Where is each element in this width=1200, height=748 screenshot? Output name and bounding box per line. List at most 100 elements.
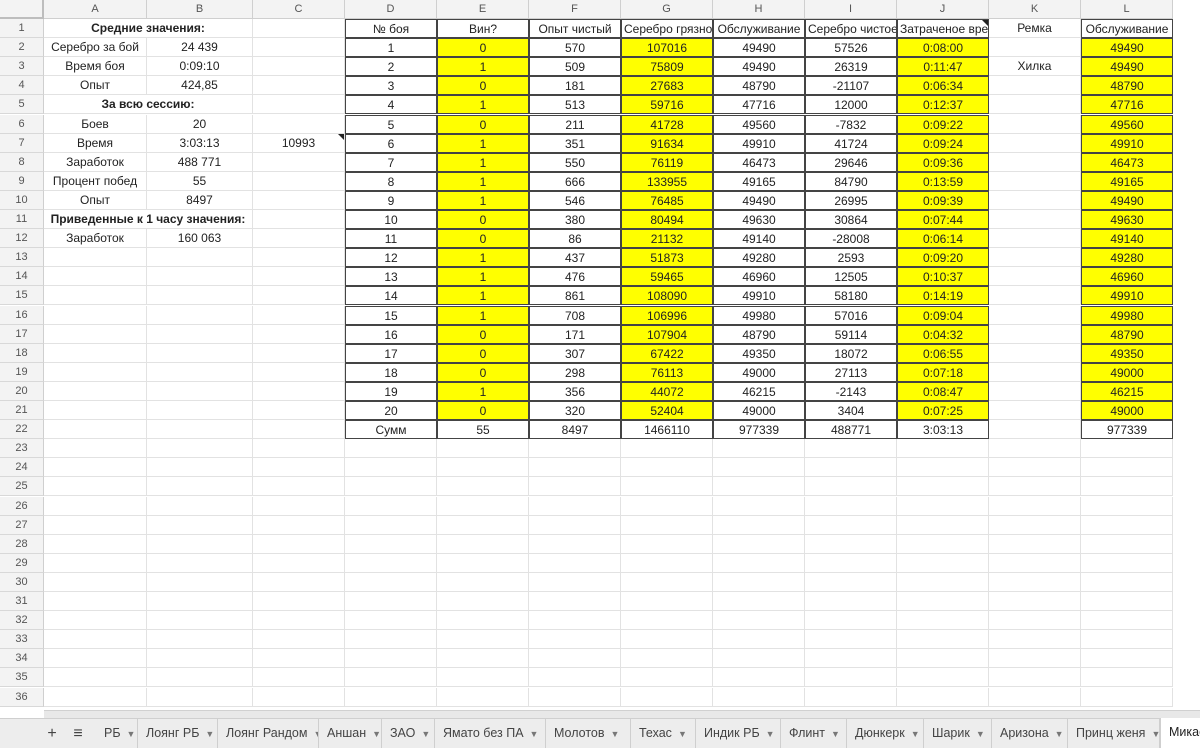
empty-cell[interactable] — [44, 324, 147, 344]
row-header-6[interactable]: 6 — [0, 114, 44, 134]
empty-cell[interactable] — [253, 76, 345, 96]
empty-cell[interactable] — [1081, 553, 1173, 573]
row-header-12[interactable]: 12 — [0, 229, 44, 249]
table-cell[interactable]: 49910 — [713, 133, 805, 153]
empty-cell[interactable] — [621, 477, 713, 497]
l-maintenance-cell[interactable]: 48790 — [1081, 324, 1173, 344]
empty-cell[interactable] — [989, 190, 1081, 210]
empty-cell[interactable] — [147, 687, 253, 707]
table-cell[interactable]: 14 — [345, 286, 437, 306]
empty-cell[interactable] — [253, 458, 345, 478]
table-cell[interactable]: 46473 — [713, 152, 805, 172]
empty-cell[interactable] — [897, 572, 989, 592]
table-cell[interactable]: 133955 — [621, 171, 713, 191]
empty-cell[interactable] — [529, 477, 621, 497]
table-cell[interactable]: 11 — [345, 229, 437, 249]
empty-cell[interactable] — [437, 534, 529, 554]
table-cell[interactable]: 476 — [529, 267, 621, 287]
empty-cell[interactable] — [253, 572, 345, 592]
hour-title[interactable]: Приведенные к 1 часу значения: — [44, 210, 253, 230]
empty-cell[interactable] — [345, 592, 437, 612]
table-cell[interactable]: 0 — [437, 76, 529, 96]
empty-cell[interactable] — [253, 534, 345, 554]
battle-time-label[interactable]: Время боя — [44, 57, 147, 77]
empty-cell[interactable] — [44, 401, 147, 421]
empty-cell[interactable] — [253, 420, 345, 440]
empty-cell[interactable] — [621, 572, 713, 592]
empty-cell[interactable] — [253, 95, 345, 115]
empty-cell[interactable] — [437, 553, 529, 573]
empty-cell[interactable] — [1081, 649, 1173, 669]
empty-cell[interactable] — [345, 477, 437, 497]
empty-cell[interactable] — [147, 305, 253, 325]
l-maintenance-cell[interactable]: 49910 — [1081, 286, 1173, 306]
empty-cell[interactable] — [44, 630, 147, 650]
row-header-3[interactable]: 3 — [0, 57, 44, 77]
empty-cell[interactable] — [147, 362, 253, 382]
table-cell[interactable]: 76485 — [621, 190, 713, 210]
table-cell[interactable]: 108090 — [621, 286, 713, 306]
l-maintenance-cell[interactable]: 49490 — [1081, 190, 1173, 210]
table-cell[interactable]: 1 — [437, 190, 529, 210]
column-header-k[interactable]: K — [989, 0, 1081, 19]
table-cell[interactable]: 0:11:47 — [897, 57, 989, 77]
chevron-down-icon[interactable]: ▼ — [831, 729, 840, 739]
column-header-j[interactable]: J — [897, 0, 989, 19]
row-header-25[interactable]: 25 — [0, 477, 44, 497]
empty-cell[interactable] — [989, 305, 1081, 325]
empty-cell[interactable] — [44, 305, 147, 325]
table-cell[interactable]: 21132 — [621, 229, 713, 249]
empty-cell[interactable] — [253, 57, 345, 77]
sheet-tab[interactable]: Индик РБ ▼ — [696, 719, 781, 748]
empty-cell[interactable] — [147, 630, 253, 650]
empty-cell[interactable] — [989, 649, 1081, 669]
column-header-h[interactable]: H — [713, 0, 805, 19]
empty-cell[interactable] — [253, 190, 345, 210]
empty-cell[interactable] — [897, 496, 989, 516]
table-cell[interactable]: 49280 — [713, 248, 805, 268]
empty-cell[interactable] — [44, 267, 147, 287]
table-cell[interactable]: 171 — [529, 324, 621, 344]
empty-cell[interactable] — [529, 534, 621, 554]
empty-cell[interactable] — [805, 649, 897, 669]
table-cell[interactable]: 49630 — [713, 210, 805, 230]
empty-cell[interactable] — [897, 515, 989, 535]
empty-cell[interactable] — [621, 668, 713, 688]
sheet-tab[interactable]: Аризона ▼ — [992, 719, 1068, 748]
table-cell[interactable]: 0 — [437, 401, 529, 421]
empty-cell[interactable] — [44, 515, 147, 535]
empty-cell[interactable] — [253, 477, 345, 497]
empty-cell[interactable] — [1081, 630, 1173, 650]
time-seconds-value[interactable]: 10993 — [253, 133, 345, 153]
table-cell[interactable]: 12000 — [805, 95, 897, 115]
table-cell[interactable]: 67422 — [621, 343, 713, 363]
maintenance-header[interactable]: Обслуживание — [713, 19, 805, 39]
table-cell[interactable]: 0 — [437, 324, 529, 344]
table-cell[interactable]: 307 — [529, 343, 621, 363]
totals-cell[interactable]: 1466110 — [621, 420, 713, 440]
table-cell[interactable]: 30864 — [805, 210, 897, 230]
battle-time-value[interactable]: 0:09:10 — [147, 57, 253, 77]
empty-cell[interactable] — [989, 38, 1081, 58]
row-header-2[interactable]: 2 — [0, 38, 44, 58]
empty-cell[interactable] — [147, 458, 253, 478]
empty-cell[interactable] — [345, 458, 437, 478]
chevron-down-icon[interactable]: ▼ — [127, 729, 136, 739]
table-cell[interactable]: 3 — [345, 76, 437, 96]
empty-cell[interactable] — [147, 668, 253, 688]
empty-cell[interactable] — [621, 439, 713, 459]
empty-cell[interactable] — [253, 496, 345, 516]
exp-net-header[interactable]: Опыт чистый — [529, 19, 621, 39]
earnings-value[interactable]: 488 771 — [147, 152, 253, 172]
table-cell[interactable]: 29646 — [805, 152, 897, 172]
empty-cell[interactable] — [437, 630, 529, 650]
table-cell[interactable]: 0 — [437, 362, 529, 382]
row-header-13[interactable]: 13 — [0, 248, 44, 268]
sheet-tab[interactable]: Микаса▼ — [1160, 718, 1200, 748]
l-maintenance-cell[interactable]: 49490 — [1081, 57, 1173, 77]
empty-cell[interactable] — [1081, 534, 1173, 554]
empty-cell[interactable] — [1081, 687, 1173, 707]
sheet-tab[interactable]: Ямато без ПА ▼ — [435, 719, 546, 748]
empty-cell[interactable] — [989, 114, 1081, 134]
empty-cell[interactable] — [897, 477, 989, 497]
